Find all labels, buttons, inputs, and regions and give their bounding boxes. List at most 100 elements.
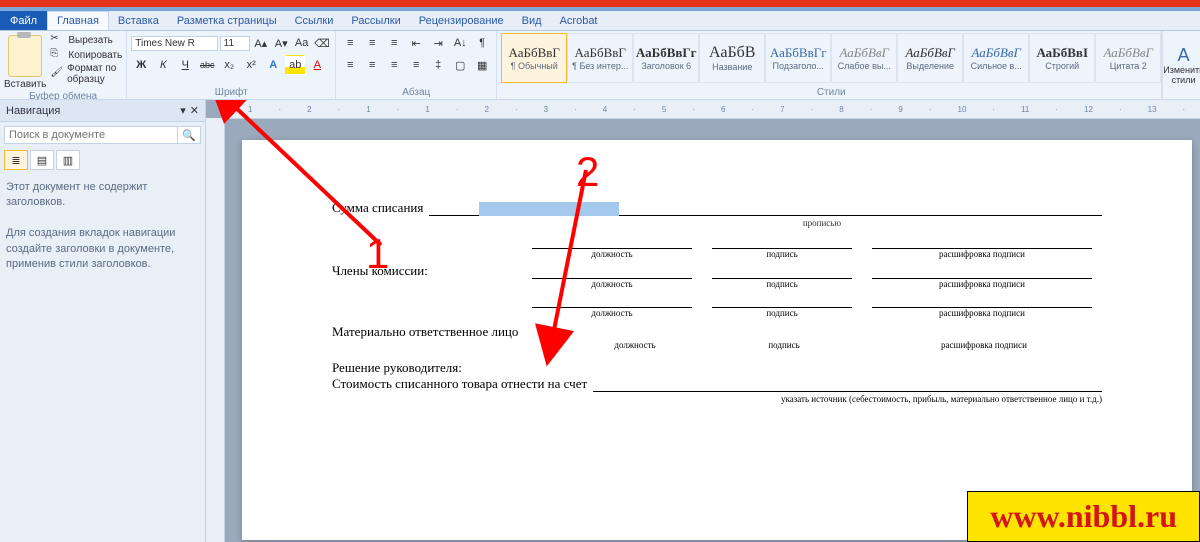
line-spacing-button[interactable]: ‡ [428, 55, 448, 75]
tab-acrobat[interactable]: Acrobat [551, 11, 607, 30]
style-9[interactable]: АаБбВвГЦитата 2 [1095, 33, 1161, 83]
nav-tab-headings[interactable]: ≣ [4, 150, 28, 170]
indent-dec-button[interactable]: ⇤ [406, 33, 426, 53]
change-styles-button[interactable]: A Изменить стили [1162, 31, 1200, 99]
nav-tab-pages[interactable]: ▤ [30, 150, 54, 170]
style-3[interactable]: АаБбВНазвание [699, 33, 765, 83]
group-label-font: Шрифт [131, 86, 331, 99]
doc-sub-podp: подпись [712, 249, 852, 259]
align-left-button[interactable]: ≡ [340, 55, 360, 75]
font-size-select[interactable]: 11 [220, 36, 250, 51]
copy-label: Копировать [68, 50, 122, 61]
bold-button[interactable]: Ж [131, 55, 151, 75]
style-4[interactable]: АаБбВвГгПодзаголо... [765, 33, 831, 83]
grow-font-button[interactable]: A▴ [252, 33, 270, 53]
style-7[interactable]: АаБбВвГСильное в... [963, 33, 1029, 83]
document-page[interactable]: Сумма списания прописью должностьподпись… [242, 140, 1192, 540]
align-center-button[interactable]: ≡ [362, 55, 382, 75]
style-2[interactable]: АаБбВвГгЗаголовок 6 [633, 33, 699, 83]
doc-sub-propis: прописью [542, 218, 1102, 228]
tab-mailings[interactable]: Рассылки [342, 11, 409, 30]
style-1[interactable]: АаБбВвГ¶ Без интер... [567, 33, 633, 83]
navigation-pane: Навигация ▾ ✕ 🔍 ≣ ▤ ▥ Этот документ не с… [0, 100, 206, 542]
style-8[interactable]: АаБбВвІСтрогий [1029, 33, 1095, 83]
group-paragraph: ≡ ≡ ≡ ⇤ ⇥ A↓ ¶ ≡ ≡ ≡ ≡ ‡ ▢ ▦ Абзац [336, 31, 497, 99]
tab-home[interactable]: Главная [47, 11, 109, 30]
show-marks-button[interactable]: ¶ [472, 33, 492, 53]
nav-pane-header: Навигация ▾ ✕ [0, 100, 205, 122]
format-painter-button[interactable]: 🖌 Формат по образцу [50, 63, 122, 85]
cut-button[interactable]: ✂ Вырезать [50, 33, 122, 47]
brush-icon: 🖌 [50, 67, 63, 81]
group-styles: АаБбВвГ¶ ОбычныйАаБбВвГ¶ Без интер...АаБ… [497, 31, 1162, 99]
superscript-button[interactable]: x² [241, 55, 261, 75]
group-clipboard: Вставить ✂ Вырезать ⎘ Копировать 🖌 Формат п… [0, 31, 127, 99]
numbering-button[interactable]: ≡ [362, 33, 382, 53]
search-icon: 🔍 [182, 129, 196, 142]
search-button[interactable]: 🔍 [178, 126, 201, 144]
multilevel-button[interactable]: ≡ [384, 33, 404, 53]
scissors-icon: ✂ [50, 33, 64, 47]
paste-icon [8, 35, 42, 77]
document-area: 1·2·1·1·2·3·4·5·6·7·8·9·10·11·12·13·14·1… [206, 100, 1200, 542]
nav-close-icon[interactable]: ✕ [190, 104, 199, 117]
font-name-select[interactable]: Times New R [131, 36, 217, 51]
copy-icon: ⎘ [50, 48, 64, 62]
vertical-ruler[interactable] [206, 118, 225, 542]
doc-label-resh: Решение руководителя: [332, 360, 1102, 376]
tab-review[interactable]: Рецензирование [410, 11, 513, 30]
copy-button[interactable]: ⎘ Копировать [50, 48, 122, 62]
justify-button[interactable]: ≡ [406, 55, 426, 75]
horizontal-ruler[interactable]: 1·2·1·1·2·3·4·5·6·7·8·9·10·11·12·13·14·1… [224, 100, 1200, 119]
doc-label-sum: Сумма списания [332, 200, 423, 216]
cut-label: Вырезать [68, 35, 112, 46]
change-case-button[interactable]: Aa [292, 33, 310, 53]
format-label: Формат по образцу [67, 63, 122, 85]
shading-button[interactable]: ▢ [450, 55, 470, 75]
paste-button[interactable]: Вставить [4, 33, 46, 90]
menu-bar: Файл Главная Вставка Разметка страницы С… [0, 11, 1200, 31]
paste-label: Вставить [4, 79, 46, 90]
nav-tab-results[interactable]: ▥ [56, 150, 80, 170]
workspace: Навигация ▾ ✕ 🔍 ≣ ▤ ▥ Этот документ не с… [0, 100, 1200, 542]
font-color-button[interactable]: A [307, 55, 327, 75]
group-label-paragraph: Абзац [340, 86, 492, 99]
style-0[interactable]: АаБбВвГ¶ Обычный [501, 33, 567, 83]
ribbon: Вставить ✂ Вырезать ⎘ Копировать 🖌 Формат п… [0, 31, 1200, 100]
annotation-red-bar [0, 0, 1200, 7]
shrink-font-button[interactable]: A▾ [272, 33, 290, 53]
text-effects-button[interactable]: A [263, 55, 283, 75]
bullets-button[interactable]: ≡ [340, 33, 360, 53]
nav-dropdown-icon[interactable]: ▾ [180, 104, 186, 117]
doc-label-stoim: Стоимость списанного товара отнести на с… [332, 376, 587, 392]
highlight-button[interactable]: ab [285, 55, 305, 75]
italic-button[interactable]: К [153, 55, 173, 75]
styles-icon: A [1178, 45, 1190, 66]
doc-sub-foot: указать источник (себестоимость, прибыль… [332, 394, 1102, 404]
clear-format-button[interactable]: ⌫ [313, 33, 331, 53]
style-6[interactable]: АаБбВвГВыделение [897, 33, 963, 83]
sort-button[interactable]: A↓ [450, 33, 470, 53]
nav-search: 🔍 [4, 126, 201, 144]
file-menu[interactable]: Файл [0, 11, 47, 30]
tab-view[interactable]: Вид [513, 11, 551, 30]
borders-button[interactable]: ▦ [472, 55, 492, 75]
tab-insert[interactable]: Вставка [109, 11, 168, 30]
doc-label-mat: Материально ответственное лицо [332, 324, 518, 340]
nav-empty-hint: Для создания вкладок навигации создайте … [6, 226, 199, 272]
align-right-button[interactable]: ≡ [384, 55, 404, 75]
change-styles-label: Изменить стили [1163, 66, 1200, 86]
group-label-styles: Стили [501, 86, 1161, 99]
group-font: Times New R 11 A▴ A▾ Aa ⌫ Ж К Ч abc x₂ x… [127, 31, 336, 99]
watermark: www.nibbl.ru [967, 491, 1200, 542]
nav-empty-heading-msg: Этот документ не содержит заголовков. [6, 180, 199, 211]
doc-label-members: Члены комиссии: [332, 263, 532, 279]
search-input[interactable] [4, 126, 178, 144]
strike-button[interactable]: abc [197, 55, 217, 75]
underline-button[interactable]: Ч [175, 55, 195, 75]
tab-references[interactable]: Ссылки [286, 11, 343, 30]
tab-page-layout[interactable]: Разметка страницы [168, 11, 286, 30]
style-5[interactable]: АаБбВвГСлабое вы... [831, 33, 897, 83]
indent-inc-button[interactable]: ⇥ [428, 33, 448, 53]
subscript-button[interactable]: x₂ [219, 55, 239, 75]
